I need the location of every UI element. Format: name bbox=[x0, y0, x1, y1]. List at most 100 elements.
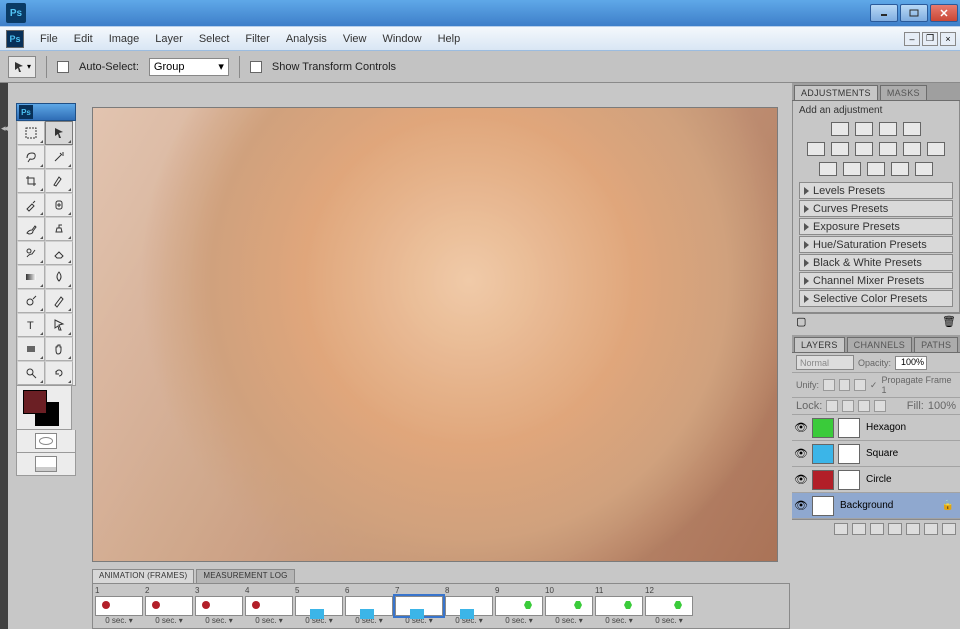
toolbox-header[interactable]: Ps bbox=[16, 103, 76, 121]
bw-icon[interactable] bbox=[879, 142, 897, 156]
layer-row[interactable]: 👁Circle bbox=[792, 467, 960, 493]
lock-transparency-icon[interactable] bbox=[826, 400, 838, 412]
auto-select-checkbox[interactable] bbox=[57, 61, 69, 73]
tool-dodge[interactable] bbox=[17, 289, 45, 313]
minimize-button[interactable] bbox=[870, 4, 898, 22]
close-button[interactable] bbox=[930, 4, 958, 22]
tab-layers[interactable]: Layers bbox=[794, 337, 845, 352]
tool-brush[interactable] bbox=[17, 217, 45, 241]
layer-thumbnail[interactable] bbox=[812, 470, 834, 490]
menu-analysis[interactable]: Analysis bbox=[278, 30, 335, 48]
tool-zoom[interactable] bbox=[17, 361, 45, 385]
show-transform-checkbox[interactable] bbox=[250, 61, 262, 73]
quick-mask-button[interactable] bbox=[16, 430, 76, 453]
animation-frame[interactable]: 70 sec. ▾ bbox=[395, 586, 443, 626]
animation-frame[interactable]: 10 sec. ▾ bbox=[95, 586, 143, 626]
menu-edit[interactable]: Edit bbox=[66, 30, 101, 48]
opacity-input[interactable]: 100% bbox=[895, 356, 927, 370]
preset-black-white-presets[interactable]: Black & White Presets bbox=[799, 254, 953, 271]
tool-spot-heal[interactable] bbox=[45, 193, 73, 217]
layer-thumbnail[interactable] bbox=[812, 418, 834, 438]
animation-frame[interactable]: 40 sec. ▾ bbox=[245, 586, 293, 626]
animation-frame[interactable]: 120 sec. ▾ bbox=[645, 586, 693, 626]
frame-delay[interactable]: 0 sec. ▾ bbox=[495, 616, 543, 626]
delete-layer-icon[interactable] bbox=[942, 523, 956, 535]
mask-icon[interactable] bbox=[870, 523, 884, 535]
fx-icon[interactable] bbox=[852, 523, 866, 535]
hue-icon[interactable] bbox=[831, 142, 849, 156]
menu-window[interactable]: Window bbox=[374, 30, 429, 48]
frame-delay[interactable]: 0 sec. ▾ bbox=[645, 616, 693, 626]
frame-delay[interactable]: 0 sec. ▾ bbox=[245, 616, 293, 626]
lock-position-icon[interactable] bbox=[858, 400, 870, 412]
preset-exposure-presets[interactable]: Exposure Presets bbox=[799, 218, 953, 235]
color-swatches[interactable] bbox=[16, 386, 72, 430]
trash-icon[interactable]: 🗑 bbox=[942, 315, 956, 328]
tool-eyedropper[interactable] bbox=[17, 193, 45, 217]
lock-all-icon[interactable] bbox=[874, 400, 886, 412]
document-canvas[interactable] bbox=[92, 107, 778, 562]
layer-row[interactable]: 👁Hexagon bbox=[792, 415, 960, 441]
tab-masks[interactable]: Masks bbox=[880, 85, 927, 100]
curves-icon[interactable] bbox=[879, 122, 897, 136]
animation-frame[interactable]: 50 sec. ▾ bbox=[295, 586, 343, 626]
animation-frame[interactable]: 60 sec. ▾ bbox=[345, 586, 393, 626]
tool-crop[interactable] bbox=[17, 169, 45, 193]
tool-magic-wand[interactable] bbox=[45, 145, 73, 169]
lock-pixels-icon[interactable] bbox=[842, 400, 854, 412]
photo-filter-icon[interactable] bbox=[903, 142, 921, 156]
levels-icon[interactable] bbox=[855, 122, 873, 136]
animation-frame[interactable]: 90 sec. ▾ bbox=[495, 586, 543, 626]
tool-path-select[interactable] bbox=[45, 313, 73, 337]
channel-mixer-icon[interactable] bbox=[927, 142, 945, 156]
adjustment-layer-icon[interactable] bbox=[888, 523, 902, 535]
visibility-icon[interactable]: 👁 bbox=[792, 447, 810, 460]
tool-hand[interactable] bbox=[45, 337, 73, 361]
link-icon[interactable] bbox=[834, 523, 848, 535]
layer-row[interactable]: 👁Square bbox=[792, 441, 960, 467]
unify-position-icon[interactable] bbox=[823, 379, 835, 391]
tool-type[interactable]: T bbox=[17, 313, 45, 337]
tool-slice[interactable] bbox=[45, 169, 73, 193]
tool-rectangular-marquee[interactable] bbox=[17, 121, 45, 145]
animation-frame[interactable]: 80 sec. ▾ bbox=[445, 586, 493, 626]
menu-select[interactable]: Select bbox=[191, 30, 238, 48]
animation-frame[interactable]: 100 sec. ▾ bbox=[545, 586, 593, 626]
preset-hue-saturation-presets[interactable]: Hue/Saturation Presets bbox=[799, 236, 953, 253]
blend-mode-dropdown[interactable]: Normal bbox=[796, 355, 854, 370]
visibility-icon[interactable]: 👁 bbox=[792, 499, 810, 512]
propagate-label[interactable]: Propagate Frame 1 bbox=[881, 375, 956, 395]
tab-adjustments[interactable]: Adjustments bbox=[794, 85, 878, 100]
animation-frame[interactable]: 20 sec. ▾ bbox=[145, 586, 193, 626]
menu-view[interactable]: View bbox=[335, 30, 375, 48]
layer-thumbnail[interactable] bbox=[812, 496, 834, 516]
visibility-icon[interactable]: 👁 bbox=[792, 473, 810, 486]
preset-selective-color-presets[interactable]: Selective Color Presets bbox=[799, 290, 953, 307]
new-layer-icon[interactable] bbox=[924, 523, 938, 535]
invert-icon[interactable] bbox=[819, 162, 837, 176]
auto-select-dropdown[interactable]: Group▾ bbox=[149, 58, 229, 76]
doc-restore-button[interactable]: ❐ bbox=[922, 32, 938, 46]
doc-minimize-button[interactable]: – bbox=[904, 32, 920, 46]
group-icon[interactable] bbox=[906, 523, 920, 535]
tool-rectangle[interactable] bbox=[17, 337, 45, 361]
layer-mask-thumbnail[interactable] bbox=[838, 444, 860, 464]
menu-file[interactable]: File bbox=[32, 30, 66, 48]
doc-close-button[interactable]: × bbox=[940, 32, 956, 46]
layer-row[interactable]: 👁Background🔒 bbox=[792, 493, 960, 519]
tool-rotate[interactable] bbox=[45, 361, 73, 385]
tool-history-brush[interactable] bbox=[17, 241, 45, 265]
menu-filter[interactable]: Filter bbox=[237, 30, 277, 48]
menu-image[interactable]: Image bbox=[101, 30, 148, 48]
unify-style-icon[interactable] bbox=[854, 379, 866, 391]
tool-move[interactable] bbox=[45, 121, 73, 145]
tab-measurement-log[interactable]: Measurement Log bbox=[196, 569, 294, 583]
threshold-icon[interactable] bbox=[867, 162, 885, 176]
animation-frame[interactable]: 30 sec. ▾ bbox=[195, 586, 243, 626]
unify-visibility-icon[interactable] bbox=[839, 379, 851, 391]
frame-delay[interactable]: 0 sec. ▾ bbox=[545, 616, 593, 626]
posterize-icon[interactable] bbox=[843, 162, 861, 176]
toolbox-panel[interactable]: Ps T bbox=[16, 103, 76, 476]
brightness-icon[interactable] bbox=[831, 122, 849, 136]
gradient-map-icon[interactable] bbox=[891, 162, 909, 176]
